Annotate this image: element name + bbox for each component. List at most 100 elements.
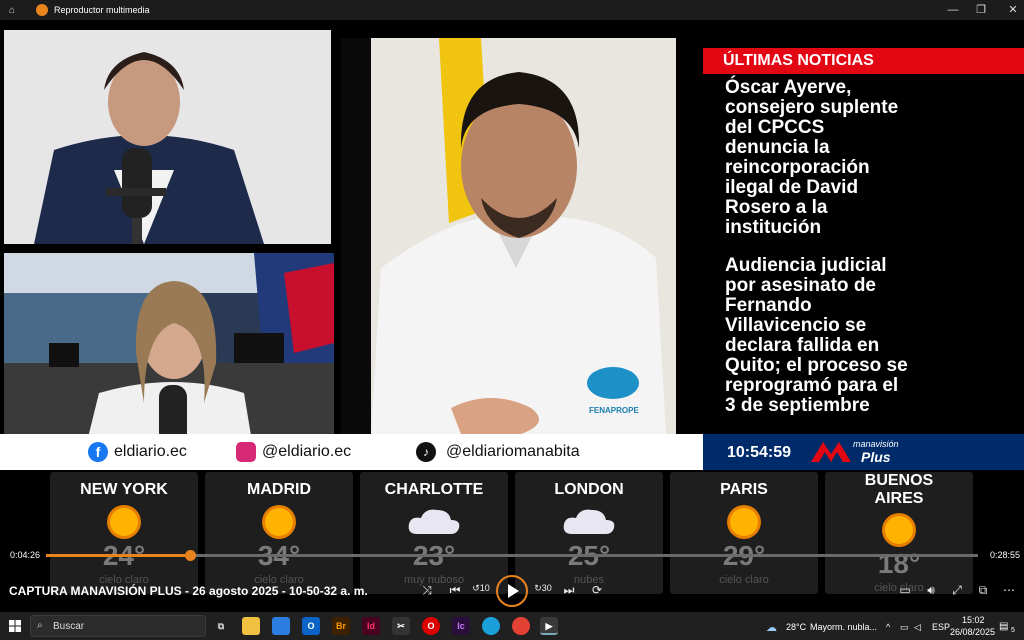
window-title: Reproductor multimedia bbox=[54, 5, 150, 15]
search-placeholder: Buscar bbox=[53, 621, 85, 632]
weather-city: LONDON bbox=[554, 481, 624, 498]
skip-forward-icon[interactable]: ↻30 bbox=[534, 583, 552, 594]
cloud-icon bbox=[408, 509, 460, 534]
taskbar: ⌕ Buscar ⧉ O Br Id ✂ O Ic ▶ ☁ 28°C Mayor… bbox=[0, 612, 1024, 640]
facebook-handle: eldiario.ec bbox=[114, 443, 187, 460]
opera-icon[interactable]: O bbox=[422, 617, 440, 635]
camera-newsroom bbox=[4, 253, 334, 454]
total-time: 0:28:55 bbox=[990, 550, 1021, 560]
skip-forward-label: 30 bbox=[541, 583, 552, 593]
camera-host-top bbox=[4, 30, 331, 244]
close-button[interactable]: ✕ bbox=[996, 0, 1024, 20]
headline-1: Óscar Ayerve, consejero suplente del CPC… bbox=[725, 78, 1015, 238]
headline-line: del CPCCS bbox=[725, 117, 825, 138]
capcut-icon[interactable]: ✂ bbox=[392, 617, 410, 635]
maximize-button[interactable]: ❐ bbox=[964, 0, 998, 20]
current-time: 0:04:26 bbox=[10, 550, 41, 560]
windows-start-icon[interactable] bbox=[9, 620, 21, 632]
taskbar-clock[interactable]: 15:02 bbox=[962, 615, 985, 625]
taskbar-date[interactable]: 26/08/2025 bbox=[950, 627, 995, 637]
tray-expand-icon[interactable]: ^ bbox=[886, 622, 890, 632]
search-icon: ⌕ bbox=[37, 620, 43, 631]
headline-line: institución bbox=[725, 217, 822, 238]
headline-line: denuncia la bbox=[725, 137, 830, 158]
weather-city: CHARLOTTE bbox=[384, 481, 484, 498]
tiktok-icon: ♪ bbox=[416, 442, 436, 462]
play-button[interactable] bbox=[496, 575, 528, 607]
cloud-icon bbox=[563, 509, 615, 534]
language-indicator[interactable]: ESP bbox=[932, 622, 950, 632]
brand-bottom: Plus bbox=[861, 449, 891, 465]
store-icon[interactable] bbox=[272, 617, 290, 635]
volume-icon[interactable]: 🔊︎ bbox=[922, 583, 940, 598]
brand-logo-icon bbox=[811, 442, 851, 462]
weather-city: BUENOS bbox=[864, 472, 934, 489]
headline-line: Óscar Ayerve, bbox=[725, 77, 852, 98]
headline-line: reincorporación bbox=[725, 157, 870, 178]
edge-icon[interactable] bbox=[482, 617, 500, 635]
shirt-logo-text: FENAPROPE bbox=[589, 406, 639, 415]
headline-line: Quito; el proceso se bbox=[725, 355, 908, 376]
speaker-icon[interactable]: ◁ bbox=[914, 622, 921, 633]
chrome-icon[interactable] bbox=[512, 617, 530, 635]
sun-icon bbox=[262, 505, 296, 539]
bridge-icon[interactable]: Br bbox=[332, 617, 350, 635]
instagram-handle: @eldiario.ec bbox=[262, 443, 352, 460]
media-title: CAPTURA MANAVISIÓN PLUS - 26 agosto 2025… bbox=[9, 584, 368, 598]
news-panel: ÚLTIMAS NOTICIAS Óscar Ayerve, consejero… bbox=[703, 20, 1024, 434]
headline-2: Audiencia judicial por asesinato de Fern… bbox=[725, 256, 1015, 416]
headline-line: por asesinato de bbox=[725, 275, 876, 296]
incopy-icon[interactable]: Ic bbox=[452, 617, 470, 635]
cast-icon[interactable]: ▭ bbox=[896, 583, 914, 597]
task-view-icon[interactable]: ⧉ bbox=[212, 617, 230, 635]
sun-icon bbox=[727, 505, 761, 539]
tiktok-handle: @eldiariomanabita bbox=[446, 443, 580, 460]
more-options-icon[interactable]: ⋯ bbox=[1000, 583, 1018, 597]
brand-top: manavisión bbox=[853, 439, 899, 449]
social-strip: f eldiario.ec @eldiario.ec ♪ @eldiarioma… bbox=[0, 434, 703, 470]
broadcast-clock: 10:54:59 bbox=[727, 444, 792, 461]
facebook-icon: f bbox=[88, 442, 108, 462]
seek-progress bbox=[46, 554, 190, 557]
seek-bar: 0:04:26 0:28:55 bbox=[0, 546, 1024, 566]
network-icon[interactable]: ▭ bbox=[900, 622, 909, 633]
headline-line: reprogramó para el bbox=[725, 375, 899, 396]
taskbar-temp: 28°C bbox=[786, 622, 807, 632]
headline-line: ilegal de David bbox=[725, 177, 859, 198]
title-bar: ⌂ Reproductor multimedia — ❐ ✕ bbox=[0, 0, 1024, 20]
shuffle-icon[interactable]: ⤨ bbox=[418, 583, 436, 598]
weather-city: MADRID bbox=[247, 481, 311, 498]
home-icon[interactable]: ⌂ bbox=[9, 5, 15, 16]
weather-city: NEW YORK bbox=[80, 481, 168, 498]
repeat-off-icon[interactable]: ⟳ bbox=[588, 583, 606, 597]
sun-icon bbox=[107, 505, 141, 539]
player-controls: CAPTURA MANAVISIÓN PLUS - 26 agosto 2025… bbox=[0, 574, 1024, 608]
file-explorer-icon[interactable] bbox=[242, 617, 260, 635]
sun-icon bbox=[882, 513, 916, 547]
fullscreen-icon[interactable]: ⤢ bbox=[948, 583, 966, 598]
headline-line: Villavicencio se bbox=[725, 315, 867, 336]
guest-figure bbox=[341, 38, 676, 434]
indesign-icon[interactable]: Id bbox=[362, 617, 380, 635]
play-icon bbox=[508, 584, 519, 598]
miniplayer-icon[interactable]: ⧉ bbox=[974, 583, 992, 598]
notification-icon[interactable]: ▤ bbox=[999, 621, 1008, 632]
camera-guest: FENAPROPE bbox=[341, 38, 676, 434]
seek-thumb[interactable] bbox=[184, 550, 196, 561]
skip-back-label: 10 bbox=[479, 583, 490, 593]
outlook-icon[interactable]: O bbox=[302, 617, 320, 635]
notification-count: 5 bbox=[1011, 627, 1015, 634]
headline-line: Rosero a la bbox=[725, 197, 828, 218]
taskbar-search[interactable]: ⌕ Buscar bbox=[30, 615, 206, 637]
skip-back-icon[interactable]: ↺10 bbox=[472, 583, 490, 594]
taskbar-weather-desc: Mayorm. nubla... bbox=[810, 622, 878, 632]
newsroom-figure bbox=[4, 253, 334, 454]
previous-icon[interactable]: ⏮ bbox=[446, 583, 464, 598]
weather-city: PARIS bbox=[720, 481, 768, 498]
weather-cloud-icon[interactable]: ☁ bbox=[766, 621, 777, 634]
seek-track[interactable] bbox=[46, 550, 978, 561]
headline-line: Fernando bbox=[725, 295, 812, 316]
headline-line: Audiencia judicial bbox=[725, 255, 887, 276]
media-player-taskbar-icon[interactable]: ▶ bbox=[540, 617, 558, 635]
next-icon[interactable]: ⏭ bbox=[560, 583, 578, 598]
